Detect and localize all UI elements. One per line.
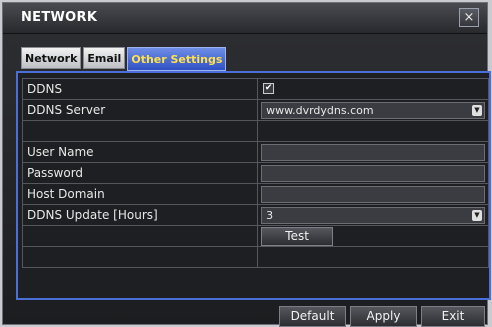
ddns-checkbox[interactable]: ✔	[263, 83, 275, 94]
user-name-cell	[257, 141, 489, 163]
exit-button[interactable]: Exit	[421, 306, 485, 327]
table-row	[21, 246, 489, 268]
ddns-update-select[interactable]: 3 ▼	[261, 207, 485, 224]
close-icon: ×	[463, 10, 475, 25]
empty-cell	[257, 120, 489, 142]
table-row: DDNS ✔	[21, 78, 489, 100]
checkmark-icon: ✔	[264, 83, 273, 93]
tab-other-settings[interactable]: Other Settings	[127, 47, 227, 71]
table-row: Password	[21, 162, 489, 184]
table-row: DDNS Server www.dvrdydns.com ▼	[21, 99, 489, 121]
user-name-input[interactable]	[261, 144, 485, 161]
empty-cell	[21, 225, 259, 247]
apply-button[interactable]: Apply	[350, 306, 417, 327]
password-input[interactable]	[261, 165, 485, 182]
network-dialog: NETWORK × Network Email Other Settings D…	[2, 2, 491, 327]
ddns-update-cell: 3 ▼	[257, 204, 489, 226]
empty-cell	[21, 120, 259, 142]
settings-table: DDNS ✔ DDNS Server www.dvrdydns.com ▼ Us…	[21, 78, 489, 268]
chevron-down-icon[interactable]: ▼	[472, 105, 482, 116]
user-name-label: User Name	[21, 141, 259, 163]
default-button[interactable]: Default	[279, 306, 346, 327]
table-row: DDNS Update [Hours] 3 ▼	[21, 204, 489, 226]
test-cell: Test	[257, 225, 489, 247]
table-row: Host Domain	[21, 183, 489, 205]
ddns-server-value: www.dvrdydns.com	[266, 104, 374, 117]
ddns-label: DDNS	[21, 78, 259, 100]
ddns-cell: ✔	[257, 78, 489, 100]
ddns-update-value: 3	[266, 209, 274, 222]
empty-cell	[257, 246, 489, 268]
empty-cell	[21, 246, 259, 268]
password-cell	[257, 162, 489, 184]
host-domain-cell	[257, 183, 489, 205]
chevron-down-icon[interactable]: ▼	[472, 210, 482, 221]
table-row: User Name	[21, 141, 489, 163]
title-bar: NETWORK ×	[3, 3, 487, 34]
ddns-server-label: DDNS Server	[21, 99, 259, 121]
tab-bar: Network Email Other Settings	[21, 47, 227, 71]
host-domain-input[interactable]	[261, 186, 485, 203]
ddns-server-select[interactable]: www.dvrdydns.com ▼	[261, 102, 485, 119]
ddns-server-cell: www.dvrdydns.com ▼	[257, 99, 489, 121]
window-title: NETWORK	[21, 10, 98, 25]
settings-panel: DDNS ✔ DDNS Server www.dvrdydns.com ▼ Us…	[16, 71, 491, 300]
ddns-update-label: DDNS Update [Hours]	[21, 204, 259, 226]
table-row: Test	[21, 225, 489, 247]
tab-email[interactable]: Email	[83, 47, 126, 69]
close-button[interactable]: ×	[459, 8, 479, 27]
tab-network[interactable]: Network	[21, 47, 82, 69]
password-label: Password	[21, 162, 259, 184]
test-button[interactable]: Test	[261, 227, 334, 246]
table-row	[21, 120, 489, 142]
host-domain-label: Host Domain	[21, 183, 259, 205]
